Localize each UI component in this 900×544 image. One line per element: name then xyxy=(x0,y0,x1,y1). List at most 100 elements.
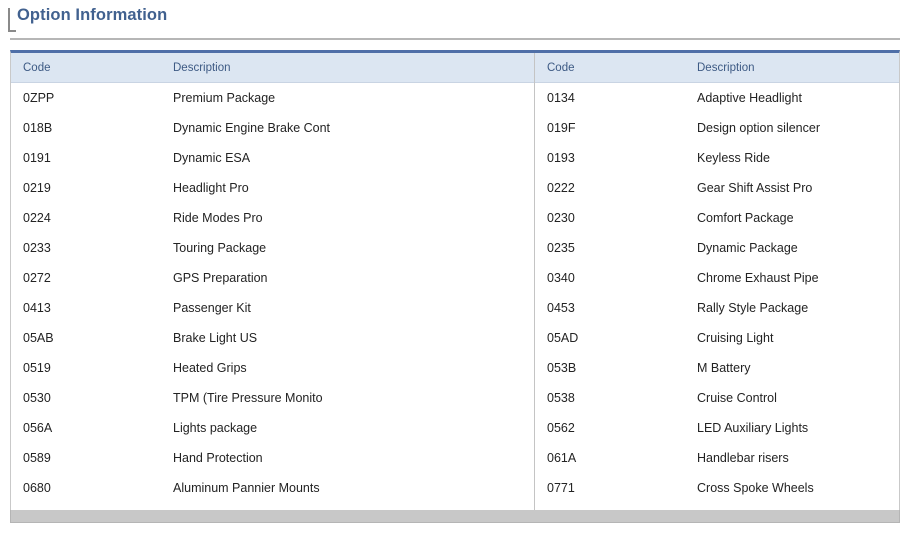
cell-description: Premium Package xyxy=(173,91,276,105)
left-column-panel: Code Description 0ZPP Premium Package 018B… xyxy=(11,53,534,521)
cell-code: 05AB xyxy=(23,331,54,345)
table-row[interactable]: 0589 Hand Protection xyxy=(11,443,534,473)
cell-code: 0680 xyxy=(23,481,51,495)
title-accent-foot xyxy=(8,30,16,32)
cell-description: Gear Shift Assist Pro xyxy=(697,181,813,195)
table-row[interactable]: 0530 TPM (Tire Pressure Monito xyxy=(11,383,534,413)
cell-description: Cruise Control xyxy=(697,391,777,405)
table-row[interactable]: 05AD Cruising Light xyxy=(535,323,899,353)
table-row[interactable]: 0771 Cross Spoke Wheels xyxy=(535,473,899,503)
cell-code: 0230 xyxy=(547,211,575,225)
page-title: Option Information xyxy=(17,6,168,24)
cell-code: 05AD xyxy=(547,331,579,345)
cell-code: 0219 xyxy=(23,181,51,195)
table-row[interactable]: 0222 Gear Shift Assist Pro xyxy=(535,173,899,203)
table-footer-bar xyxy=(10,510,900,523)
cell-description: TPM (Tire Pressure Monito xyxy=(173,391,323,405)
cell-description: Headlight Pro xyxy=(173,181,249,195)
cell-code: 0272 xyxy=(23,271,51,285)
cell-description: Handlebar risers xyxy=(697,451,789,465)
right-table-body: 0134 Adaptive Headlight 019F Design option … xyxy=(535,83,899,504)
table-row[interactable]: 0233 Touring Package xyxy=(11,233,534,263)
cell-code: 0ZPP xyxy=(23,91,55,105)
cell-code: 0233 xyxy=(23,241,51,255)
table-row[interactable]: 0453 Rally Style Package xyxy=(535,293,899,323)
left-options-table: Code Description 0ZPP Premium Package 018B… xyxy=(11,53,534,503)
table-header-row: Code Description xyxy=(11,53,534,83)
cell-code: 0134 xyxy=(547,91,575,105)
panel-header: Option Information xyxy=(0,0,900,40)
cell-description: Passenger Kit xyxy=(173,301,251,315)
table-header-row: Code Description xyxy=(535,53,899,83)
table-row[interactable]: 0680 Aluminum Pannier Mounts xyxy=(11,473,534,503)
header-code-right[interactable]: Code xyxy=(535,53,685,83)
cell-description: Cruising Light xyxy=(697,331,774,345)
table-row[interactable]: 018B Dynamic Engine Brake Cont xyxy=(11,113,534,143)
cell-description: Aluminum Pannier Mounts xyxy=(173,481,320,495)
table-row[interactable]: 0272 GPS Preparation xyxy=(11,263,534,293)
cell-description: GPS Preparation xyxy=(173,271,268,285)
title-divider xyxy=(10,38,900,40)
cell-description: Dynamic Package xyxy=(697,241,798,255)
table-row[interactable]: 0191 Dynamic ESA xyxy=(11,143,534,173)
option-information-table: Code Description 0ZPP Premium Package 018B… xyxy=(10,50,900,522)
table-row[interactable]: 0562 LED Auxiliary Lights xyxy=(535,413,899,443)
cell-code: 053B xyxy=(547,361,577,375)
right-options-table: Code Description 0134 Adaptive Headlight 0… xyxy=(535,53,899,503)
cell-code: 0224 xyxy=(23,211,51,225)
cell-description: Chrome Exhaust Pipe xyxy=(697,271,819,285)
cell-code: 0193 xyxy=(547,151,575,165)
table-row[interactable]: 0340 Chrome Exhaust Pipe xyxy=(535,263,899,293)
cell-code: 061A xyxy=(547,451,577,465)
table-row[interactable]: 019F Design option silencer xyxy=(535,113,899,143)
cell-code: 019F xyxy=(547,121,576,135)
table-row[interactable]: 0235 Dynamic Package xyxy=(535,233,899,263)
table-row[interactable]: 061A Handlebar risers xyxy=(535,443,899,473)
cell-code: 0562 xyxy=(547,421,575,435)
cell-description: Touring Package xyxy=(173,241,267,255)
cell-code: 0235 xyxy=(547,241,575,255)
cell-description: Ride Modes Pro xyxy=(173,211,263,225)
cell-code: 0191 xyxy=(23,151,51,165)
table-row[interactable]: 0219 Headlight Pro xyxy=(11,173,534,203)
cell-description: Comfort Package xyxy=(697,211,794,225)
table-row[interactable]: 0193 Keyless Ride xyxy=(535,143,899,173)
left-table-body: 0ZPP Premium Package 018B Dynamic Engine Br… xyxy=(11,83,534,504)
table-row[interactable]: 0ZPP Premium Package xyxy=(11,83,534,114)
cell-code: 0519 xyxy=(23,361,51,375)
cell-description: Brake Light US xyxy=(173,331,258,345)
cell-description: Hand Protection xyxy=(173,451,263,465)
cell-description: Dynamic ESA xyxy=(173,151,251,165)
table-row[interactable]: 0134 Adaptive Headlight xyxy=(535,83,899,114)
cell-description: Lights package xyxy=(173,421,258,435)
cell-description: M Battery xyxy=(697,361,751,375)
left-table-head: Code Description xyxy=(11,53,534,83)
cell-code: 0771 xyxy=(547,481,575,495)
table-row[interactable]: 05AB Brake Light US xyxy=(11,323,534,353)
cell-description: Heated Grips xyxy=(173,361,247,375)
table-row[interactable]: 0413 Passenger Kit xyxy=(11,293,534,323)
cell-description: LED Auxiliary Lights xyxy=(697,421,809,435)
table-row[interactable]: 056A Lights package xyxy=(11,413,534,443)
cell-code: 0530 xyxy=(23,391,51,405)
header-description-left[interactable]: Description xyxy=(161,53,534,83)
header-code-left[interactable]: Code xyxy=(11,53,161,83)
title-accent-bar xyxy=(8,8,10,32)
cell-code: 018B xyxy=(23,121,53,135)
cell-code: 056A xyxy=(23,421,53,435)
table-row[interactable]: 0224 Ride Modes Pro xyxy=(11,203,534,233)
cell-description: Rally Style Package xyxy=(697,301,809,315)
cell-code: 0222 xyxy=(547,181,575,195)
two-column-grid: Code Description 0ZPP Premium Package 018B… xyxy=(11,53,899,521)
cell-code: 0413 xyxy=(23,301,51,315)
table-row[interactable]: 053B M Battery xyxy=(535,353,899,383)
table-row[interactable]: 0538 Cruise Control xyxy=(535,383,899,413)
table-row[interactable]: 0230 Comfort Package xyxy=(535,203,899,233)
cell-description: Keyless Ride xyxy=(697,151,770,165)
cell-code: 0340 xyxy=(547,271,575,285)
cell-code: 0589 xyxy=(23,451,51,465)
table-row[interactable]: 0519 Heated Grips xyxy=(11,353,534,383)
right-table-head: Code Description xyxy=(535,53,899,83)
cell-code: 0538 xyxy=(547,391,575,405)
header-description-right[interactable]: Description xyxy=(685,53,899,83)
